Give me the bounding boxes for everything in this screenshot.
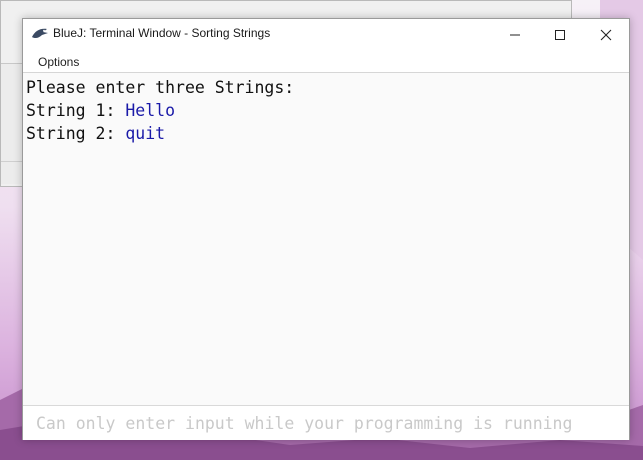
background-window-divider [1, 161, 23, 162]
minimize-button[interactable] [492, 19, 538, 50]
terminal-output[interactable]: Please enter three Strings: String 1: He… [23, 73, 629, 405]
window-title: BlueJ: Terminal Window - Sorting Strings [53, 26, 271, 40]
terminal-line-string-1: String 1: Hello [26, 101, 175, 120]
entry-value: quit [125, 124, 166, 143]
title-bar[interactable]: BlueJ: Terminal Window - Sorting Strings [23, 19, 629, 50]
maximize-button[interactable] [537, 19, 583, 50]
prompt-line: Please enter three Strings: [26, 78, 295, 97]
terminal-line-string-2: String 2: quit [26, 124, 165, 143]
close-icon [600, 29, 612, 40]
entry-value: Hello [125, 101, 176, 120]
close-button[interactable] [583, 19, 629, 50]
maximize-icon [555, 29, 565, 40]
entry-label: String 1: [26, 101, 126, 120]
terminal-input-field[interactable]: Can only enter input while your programm… [23, 405, 629, 440]
terminal-window: BlueJ: Terminal Window - Sorting Strings… [22, 18, 630, 440]
bluej-bird-icon [32, 28, 48, 39]
minimize-icon [510, 34, 520, 35]
input-placeholder: Can only enter input while your programm… [36, 414, 573, 433]
entry-label: String 2: [26, 124, 126, 143]
background-window-panel [1, 63, 23, 184]
menu-options[interactable]: Options [38, 55, 79, 69]
menu-bar: Options [23, 50, 629, 73]
